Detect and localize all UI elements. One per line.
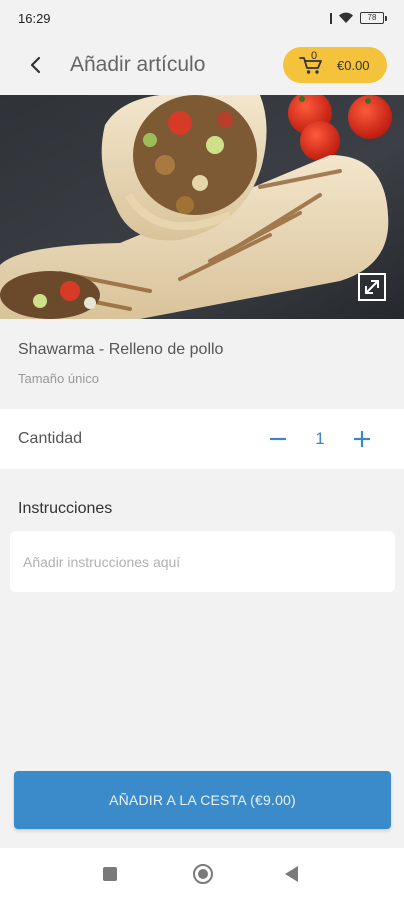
wifi-icon [339,12,353,23]
recent-apps-icon[interactable] [103,867,117,881]
instructions-title: Instrucciones [18,500,113,517]
product-image [0,95,404,319]
expand-icon[interactable] [357,272,387,302]
shawarma-illustration [0,95,404,319]
home-icon[interactable] [193,864,213,884]
product-name: Shawarma - Relleno de pollo [18,341,224,358]
product-size: Tamaño único [18,371,99,386]
increase-quantity-button[interactable] [342,419,382,459]
system-back-icon[interactable] [285,866,298,882]
app-bar: Añadir artículo 0 €0.00 [0,36,404,94]
instructions-input[interactable] [23,531,395,592]
quantity-value: 1 [315,429,325,448]
battery-icon: 78 [360,12,387,24]
system-nav-bar [0,848,404,900]
instructions-box [10,531,395,592]
add-to-basket-label: AÑADIR A LA CESTA (€9.00) [109,792,296,808]
quantity-label: Cantidad [18,430,83,447]
cart-total: €0.00 [337,57,370,73]
page-title: Añadir artículo [70,53,206,76]
battery-level: 78 [367,13,377,22]
decrease-quantity-button[interactable] [258,419,298,459]
signal-icon [330,12,332,24]
minus-icon [270,437,286,441]
cart-count: 0 [311,50,318,62]
status-time: 16:29 [18,10,51,26]
status-icons: 78 [330,12,387,24]
status-bar: 16:29 78 [0,0,404,36]
plus-icon [354,431,370,447]
chevron-left-icon [30,56,41,74]
product-info: Shawarma - Relleno de pollo Tamaño único [0,319,404,407]
back-button[interactable] [14,43,58,87]
cart-button[interactable]: 0 €0.00 [283,47,387,83]
add-to-basket-button[interactable]: AÑADIR A LA CESTA (€9.00) [14,771,391,829]
quantity-row: Cantidad 1 [0,409,404,469]
